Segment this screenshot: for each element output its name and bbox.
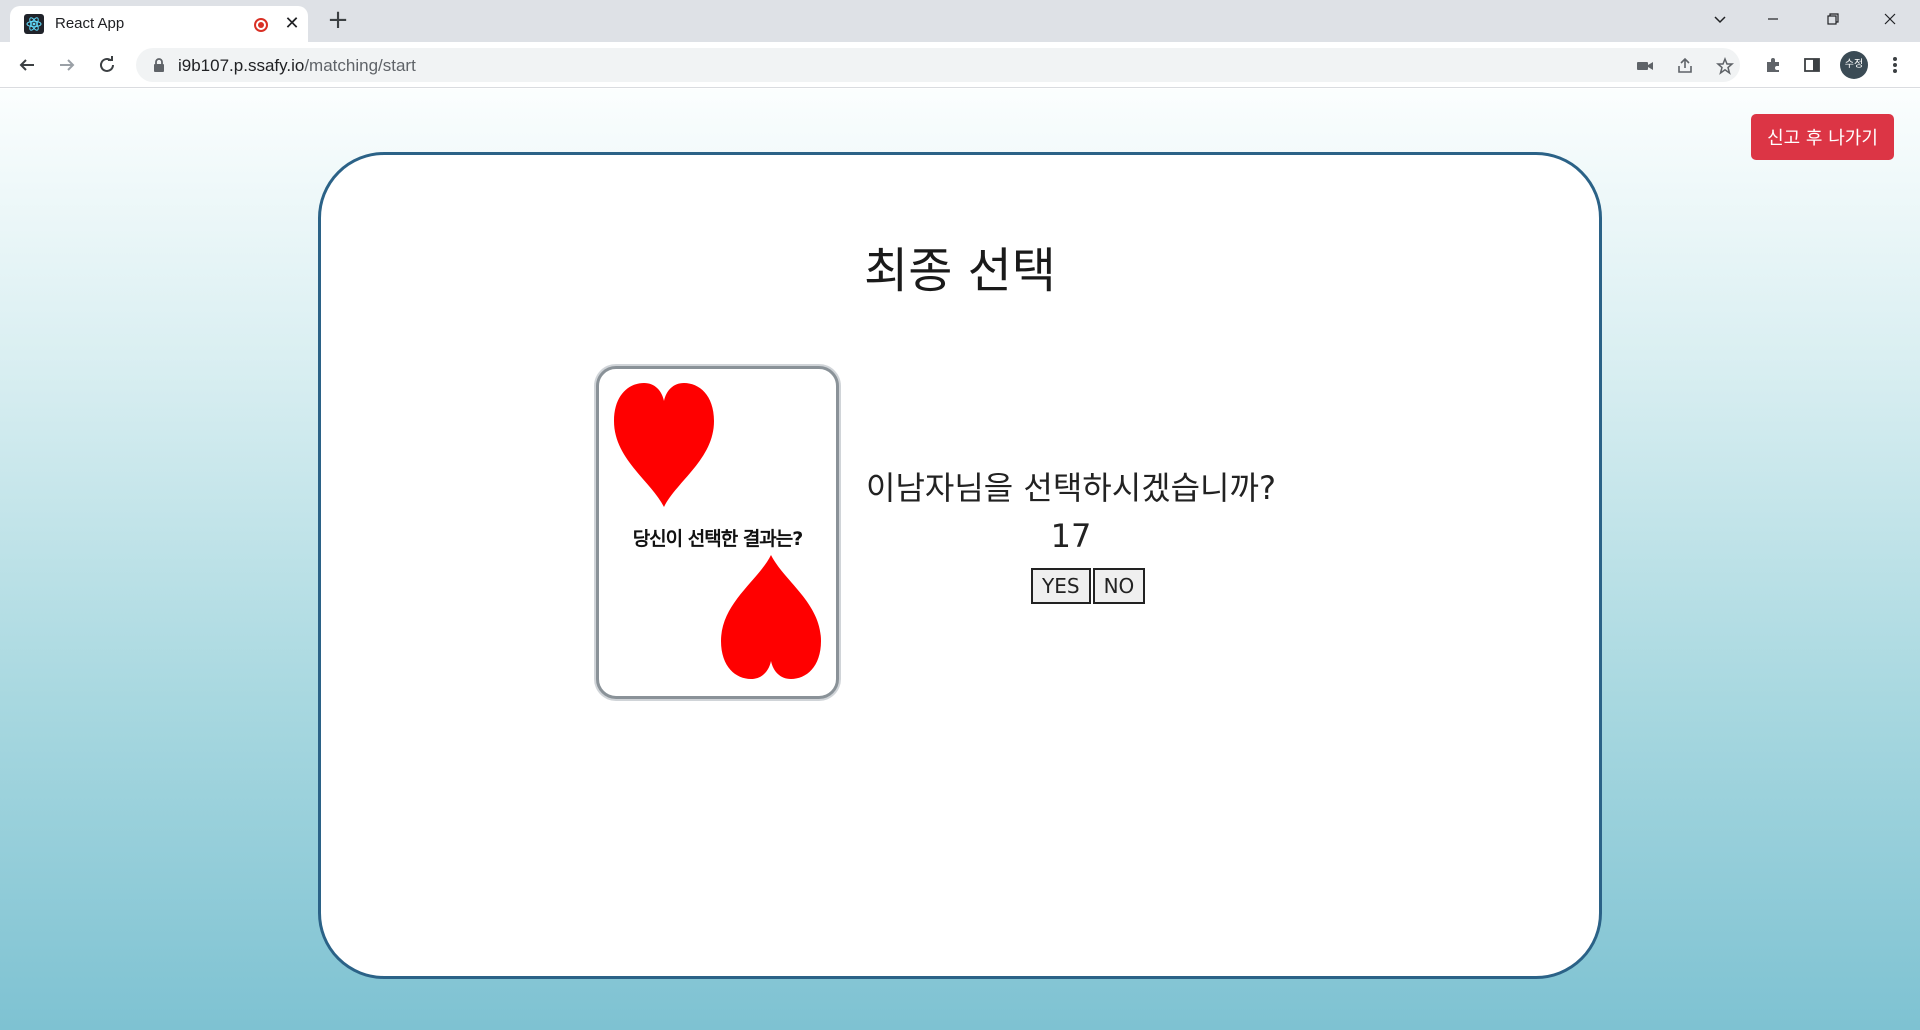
lock-icon bbox=[152, 57, 166, 73]
card-caption: 당신이 선택한 결과는? bbox=[632, 528, 804, 550]
browser-tab[interactable]: React App ✕ bbox=[10, 6, 308, 42]
tab-close-icon[interactable]: ✕ bbox=[282, 14, 302, 34]
page-background: 신고 후 나가기 최종 선택 당신이 선택한 결과는? 이남자님을 선택하시겠습… bbox=[0, 89, 1920, 1030]
heart-bottom-icon bbox=[721, 555, 821, 679]
heart-top-icon bbox=[614, 383, 714, 507]
countdown-timer: 17 bbox=[1050, 517, 1092, 555]
selection-question: 이남자님을 선택하시겠습니까? bbox=[866, 469, 1276, 507]
profile-avatar[interactable]: 수정 bbox=[1840, 51, 1868, 79]
yes-button[interactable]: YES bbox=[1031, 568, 1091, 604]
browser-toolbar: i9b107.p.ssafy.io/matching/start 수정 bbox=[0, 42, 1920, 88]
final-choice-panel: 최종 선택 당신이 선택한 결과는? 이남자님을 선택하시겠습니까? 17 YE… bbox=[318, 152, 1602, 979]
heart-card: 당신이 선택한 결과는? bbox=[596, 366, 839, 699]
browser-tabbar: React App ✕ + bbox=[0, 0, 1920, 42]
camera-icon[interactable] bbox=[1634, 55, 1656, 77]
page-title: 최종 선택 bbox=[864, 243, 1056, 299]
menu-kebab-icon[interactable] bbox=[1882, 52, 1908, 78]
restore-icon[interactable] bbox=[1813, 6, 1853, 32]
url-text: i9b107.p.ssafy.io/matching/start bbox=[178, 56, 416, 75]
no-button[interactable]: NO bbox=[1092, 568, 1146, 604]
report-and-exit-button[interactable]: 신고 후 나가기 bbox=[1751, 114, 1894, 160]
recording-indicator-icon bbox=[254, 18, 268, 32]
back-icon[interactable] bbox=[12, 50, 42, 80]
side-panel-icon[interactable] bbox=[1799, 52, 1825, 78]
extensions-icon[interactable] bbox=[1760, 52, 1786, 78]
forward-icon[interactable] bbox=[52, 50, 82, 80]
share-icon[interactable] bbox=[1674, 55, 1696, 77]
choice-buttons: YES NO bbox=[1031, 568, 1147, 604]
bookmark-star-icon[interactable] bbox=[1714, 55, 1736, 77]
tab-search-icon[interactable] bbox=[1700, 6, 1740, 32]
minimize-icon[interactable] bbox=[1753, 6, 1793, 32]
tab-title: React App bbox=[55, 15, 125, 32]
new-tab-button[interactable]: + bbox=[324, 7, 352, 35]
react-favicon-icon bbox=[24, 14, 44, 34]
reload-icon[interactable] bbox=[92, 50, 122, 80]
window-close-icon[interactable] bbox=[1870, 6, 1910, 32]
address-bar[interactable]: i9b107.p.ssafy.io/matching/start bbox=[136, 48, 1740, 82]
